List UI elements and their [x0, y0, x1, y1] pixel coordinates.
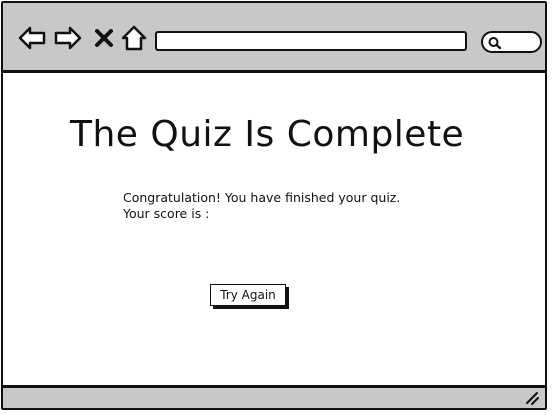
result-message: Congratulation! You have finished your q… [123, 190, 400, 222]
url-input[interactable] [155, 31, 467, 51]
forward-arrow-icon[interactable] [53, 23, 83, 53]
search-icon [487, 35, 503, 51]
try-again-button[interactable]: Try Again [210, 284, 286, 306]
back-arrow-icon[interactable] [17, 23, 47, 53]
page-content: The Quiz Is Complete Congratulation! You… [3, 73, 545, 389]
status-bar [3, 385, 545, 408]
browser-toolbar [3, 3, 545, 73]
congratulation-text: Congratulation! You have finished your q… [123, 190, 401, 205]
score-text: Your score is : [123, 206, 210, 221]
close-icon[interactable] [90, 23, 120, 53]
browser-window: The Quiz Is Complete Congratulation! You… [1, 1, 547, 410]
resize-grip-icon[interactable] [525, 391, 539, 405]
home-icon[interactable] [119, 23, 149, 53]
page-title: The Quiz Is Complete [70, 114, 465, 155]
search-input[interactable] [481, 31, 542, 53]
